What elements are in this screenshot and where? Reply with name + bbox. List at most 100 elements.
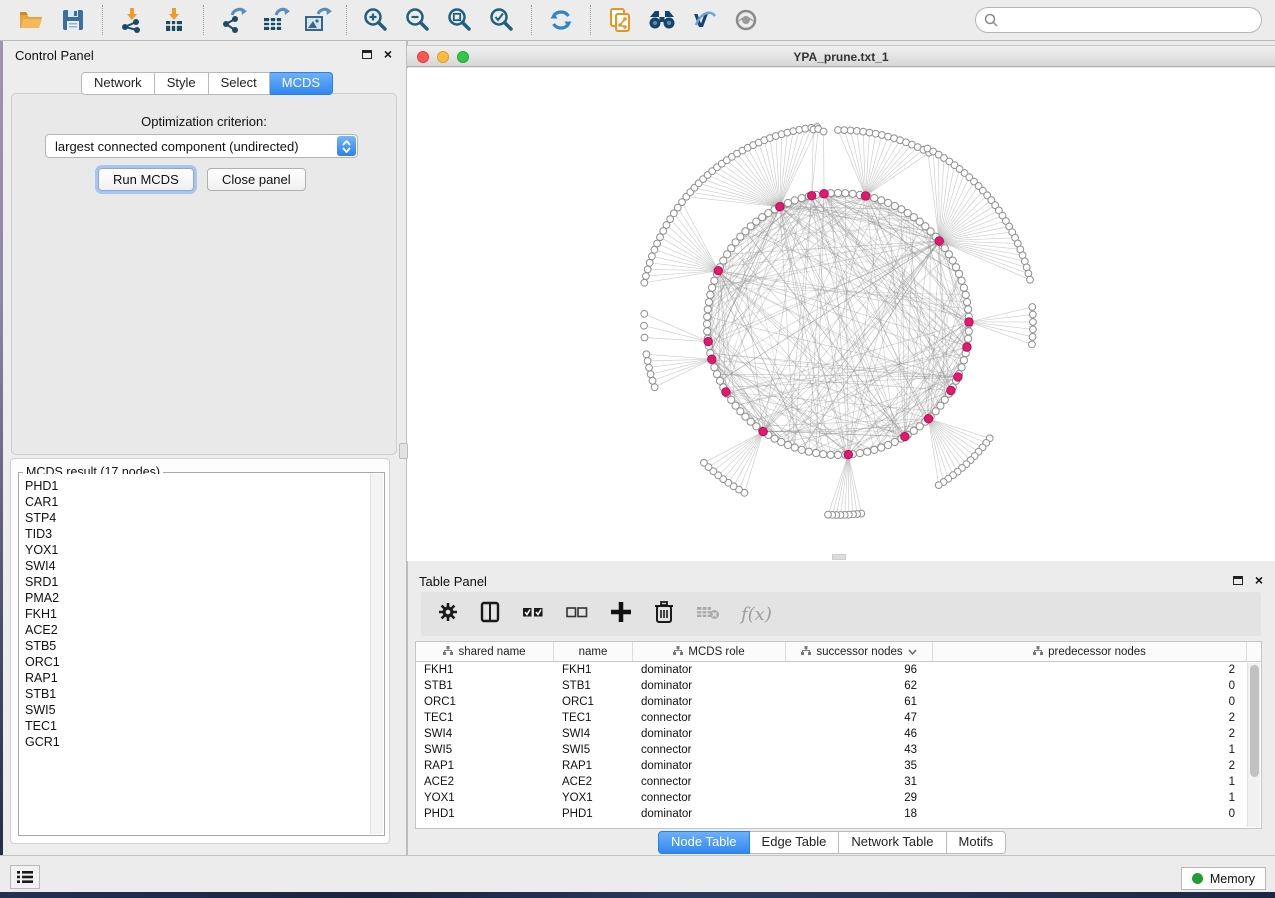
table-row[interactable]: SWI4SWI4dominator462	[416, 726, 1261, 742]
mcds-result-item[interactable]: ORC1	[25, 654, 383, 670]
mcds-result-item[interactable]: SWI5	[25, 702, 383, 718]
mcds-result-item[interactable]: ACE2	[25, 622, 383, 638]
table-cell: connector	[633, 742, 786, 758]
tab-select[interactable]: Select	[209, 72, 270, 95]
mcds-result-item[interactable]: GCR1	[25, 734, 383, 750]
table-cell: 2	[933, 710, 1247, 726]
panel-splitter-grip[interactable]	[399, 443, 408, 459]
network-window-title: YPA_prune.txt_1	[407, 50, 1275, 64]
zoom-selected-icon[interactable]	[485, 4, 519, 36]
optimization-criterion-select[interactable]: largest connected component (undirected)	[45, 134, 358, 158]
table-cell: 29	[786, 790, 933, 806]
deselect-all-checkboxes-icon[interactable]	[565, 601, 589, 628]
close-panel-button[interactable]: Close panel	[207, 168, 306, 191]
select-stepper-icon	[337, 136, 356, 156]
settings-gear-icon[interactable]	[437, 601, 459, 628]
table-cell: RAP1	[416, 758, 554, 774]
memory-status-icon	[1192, 873, 1203, 884]
visual-styles-icon[interactable]: V	[687, 4, 721, 36]
tab-network[interactable]: Network	[81, 72, 155, 95]
mcds-result-item[interactable]: STB1	[25, 686, 383, 702]
tab-edge-table[interactable]: Edge Table	[750, 831, 840, 854]
task-history-button[interactable]	[10, 865, 40, 889]
function-builder-icon: f(x)	[741, 604, 772, 625]
mcds-result-item[interactable]: STP4	[25, 510, 383, 526]
table-cell: connector	[633, 790, 786, 806]
network-view-canvas[interactable]	[407, 68, 1275, 561]
table-row[interactable]: STB1STB1dominator620	[416, 678, 1261, 694]
memory-button[interactable]: Memory	[1181, 867, 1266, 890]
table-cell: 2	[933, 662, 1247, 678]
tab-mcds[interactable]: MCDS	[270, 72, 333, 95]
mcds-result-item[interactable]: PHD1	[25, 478, 383, 494]
canvas-grip[interactable]	[832, 554, 846, 560]
table-row[interactable]: TEC1TEC1connector472	[416, 710, 1261, 726]
mcds-result-item[interactable]: RAP1	[25, 670, 383, 686]
export-table-icon[interactable]	[258, 4, 292, 36]
mcds-result-list[interactable]: PHD1CAR1STP4TID3YOX1SWI4SRD1PMA2FKH1ACE2…	[20, 474, 383, 834]
mcds-result-item[interactable]: SWI4	[25, 558, 383, 574]
tab-node-table[interactable]: Node Table	[658, 831, 750, 854]
mcds-result-item[interactable]: SRD1	[25, 574, 383, 590]
float-panel-icon[interactable]	[1233, 576, 1243, 585]
table-cell: 47	[786, 710, 933, 726]
share-network-document-icon[interactable]	[603, 4, 637, 36]
save-session-icon[interactable]	[56, 4, 90, 36]
control-panel: Control Panel × NetworkStyleSelectMCDS O…	[3, 41, 406, 855]
column-hierarchy-icon	[443, 646, 453, 658]
table-cell: ORC1	[416, 694, 554, 710]
add-column-icon[interactable]	[609, 600, 633, 629]
table-cell: YOX1	[416, 790, 554, 806]
mcds-result-item[interactable]: YOX1	[25, 542, 383, 558]
open-session-icon[interactable]	[14, 4, 48, 36]
table-row[interactable]: ACE2ACE2connector311	[416, 774, 1261, 790]
mcds-result-item[interactable]: CAR1	[25, 494, 383, 510]
zoom-fit-icon[interactable]	[443, 4, 477, 36]
mcds-result-item[interactable]: STB5	[25, 638, 383, 654]
close-panel-icon[interactable]: ×	[1255, 572, 1263, 588]
find-icon[interactable]	[645, 4, 679, 36]
table-scrollbar[interactable]	[1247, 663, 1260, 827]
refresh-view-icon[interactable]	[544, 4, 578, 36]
search-input[interactable]	[975, 7, 1262, 33]
tab-style[interactable]: Style	[155, 72, 209, 95]
mcds-result-item[interactable]: TID3	[25, 526, 383, 542]
table-row[interactable]: YOX1YOX1connector291	[416, 790, 1261, 806]
mcds-result-item[interactable]: PMA2	[25, 590, 383, 606]
export-network-icon[interactable]	[216, 4, 250, 36]
mcds-result-item[interactable]: TEC1	[25, 718, 383, 734]
close-panel-icon[interactable]: ×	[384, 46, 392, 62]
import-network-icon[interactable]	[115, 4, 149, 36]
import-table-icon[interactable]	[157, 4, 191, 36]
table-row[interactable]: PHD1PHD1dominator180	[416, 806, 1261, 822]
table-row[interactable]: SWI5SWI5connector431	[416, 742, 1261, 758]
mcds-result-item[interactable]: FKH1	[25, 606, 383, 622]
zoom-out-icon[interactable]	[401, 4, 435, 36]
table-row[interactable]: RAP1RAP1dominator352	[416, 758, 1261, 774]
table-row[interactable]: ORC1ORC1dominator610	[416, 694, 1261, 710]
float-panel-icon[interactable]	[362, 50, 372, 59]
delete-table-disabled-icon	[695, 601, 721, 628]
show-hide-icon[interactable]	[729, 4, 763, 36]
select-all-checkboxes-icon[interactable]	[521, 601, 545, 628]
zoom-in-icon[interactable]	[359, 4, 393, 36]
column-header-predecessor-nodes[interactable]: predecessor nodes	[933, 642, 1247, 661]
delete-column-icon[interactable]	[653, 600, 675, 629]
export-image-icon[interactable]	[300, 4, 334, 36]
split-table-icon[interactable]	[479, 601, 501, 628]
table-scrollbar-thumb[interactable]	[1250, 665, 1259, 777]
run-mcds-button[interactable]: Run MCDS	[98, 168, 194, 191]
toolbar-separator	[590, 5, 591, 35]
desktop-background-bottom	[0, 892, 1275, 898]
optimization-criterion-label: Optimization criterion:	[12, 114, 396, 129]
network-graph[interactable]	[407, 68, 1275, 561]
network-window-titlebar[interactable]: YPA_prune.txt_1	[407, 45, 1275, 67]
table-row[interactable]: FKH1FKH1dominator962	[416, 662, 1261, 678]
column-header-successor-nodes[interactable]: successor nodes	[786, 642, 933, 661]
mcds-result-scrollbar[interactable]	[370, 474, 383, 834]
column-header-MCDS-role[interactable]: MCDS role	[633, 642, 786, 661]
column-header-shared-name[interactable]: shared name	[416, 642, 554, 661]
tab-network-table[interactable]: Network Table	[839, 831, 946, 854]
tab-motifs[interactable]: Motifs	[947, 831, 1007, 854]
column-header-name[interactable]: name	[554, 642, 633, 661]
